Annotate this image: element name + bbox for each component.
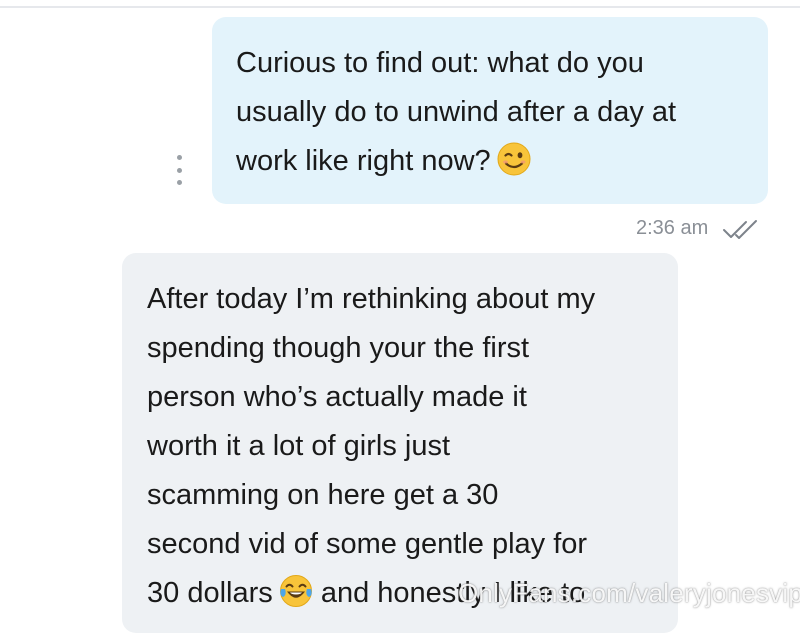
outgoing-message-line: Curious to find out: what do you xyxy=(236,47,644,79)
incoming-message-line: After today I’m rethinking about my xyxy=(147,283,596,315)
incoming-message-line: person who’s actually made it xyxy=(147,381,527,413)
double-check-read-icon xyxy=(723,220,757,239)
outgoing-message-line: usually do to unwind after a day at xyxy=(236,96,677,128)
watermark-text: OnlyFans.com/valeryjonesvip xyxy=(458,578,800,608)
message-timestamp: 2:36 am xyxy=(636,217,709,239)
incoming-message-line: scamming on here get a 30 xyxy=(147,479,499,511)
incoming-message-line: spending though your the first xyxy=(147,332,530,364)
outgoing-message-bubble[interactable]: Curious to find out: what do you usually… xyxy=(212,17,768,204)
incoming-message-bubble[interactable]: After today I’m rethinking about my spen… xyxy=(122,253,678,633)
winking-face-icon xyxy=(497,142,531,176)
face-with-tears-of-joy-icon xyxy=(279,575,312,607)
outgoing-message-line: work like right now? xyxy=(236,137,746,186)
top-divider xyxy=(0,6,800,8)
incoming-message-line: worth it a lot of girls just xyxy=(147,430,450,462)
incoming-message-line: second vid of some gentle play for xyxy=(147,528,588,560)
more-options-icon[interactable] xyxy=(172,155,186,185)
